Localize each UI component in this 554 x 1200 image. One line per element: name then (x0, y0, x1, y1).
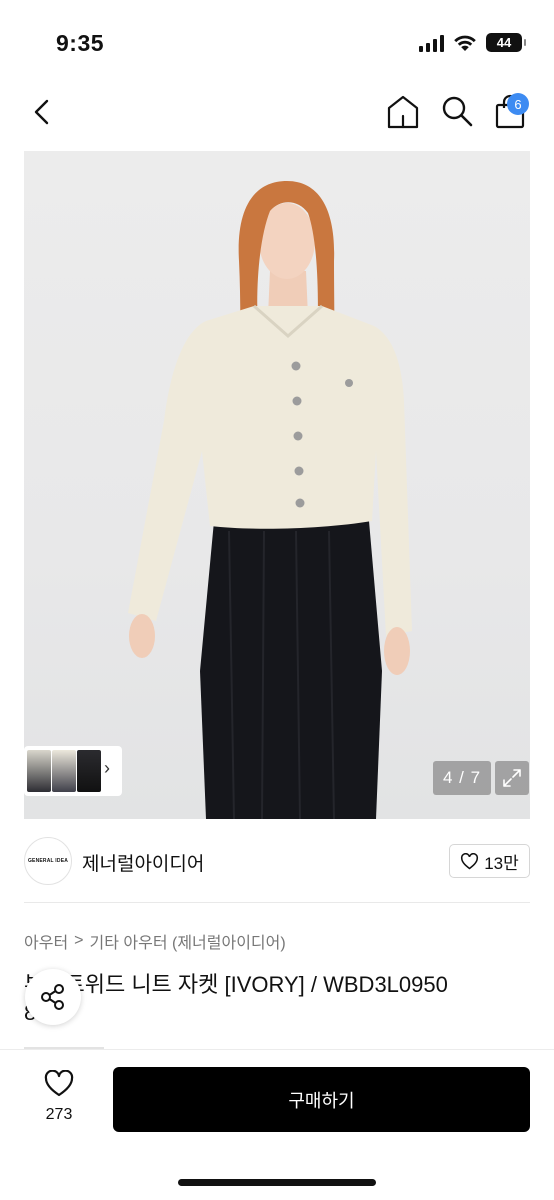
image-page-indicator: 4 / 7 (433, 761, 491, 795)
shop-name[interactable]: 제너럴아이디어 (82, 849, 204, 876)
status-bar: 9:35 44 (0, 0, 554, 84)
battery-level: 44 (496, 35, 512, 50)
nav-bar (0, 84, 554, 142)
favorite-count: 273 (45, 1106, 73, 1123)
heart-icon (461, 852, 479, 869)
thumbnail-2[interactable] (52, 750, 76, 792)
category-level2[interactable]: 기타 아우터 (제너럴아이디어) (90, 929, 286, 953)
share-icon (41, 984, 64, 1010)
search-icon[interactable] (440, 94, 474, 128)
expand-icon (503, 769, 521, 787)
cellular-signal-icon (419, 34, 444, 52)
heart-icon[interactable] (44, 1070, 74, 1098)
wifi-icon (454, 35, 476, 51)
battery-icon: 44 (486, 33, 526, 52)
status-time: 9:35 (56, 30, 105, 56)
cart-count-badge: 6 (507, 93, 529, 115)
chevron-right-icon[interactable]: › (104, 758, 110, 779)
breadcrumb-separator: > (74, 932, 84, 949)
section-divider (24, 902, 530, 903)
status-icons: 44 (419, 33, 526, 52)
product-image[interactable] (24, 151, 530, 819)
share-button[interactable] (25, 969, 81, 1025)
home-indicator[interactable] (178, 1179, 376, 1186)
shop-like-count: 13만 (484, 853, 519, 873)
category-level1[interactable]: 아우터 (24, 929, 68, 953)
category-breadcrumb: 아우터 > 기타 아우터 (제너럴아이디어) (24, 929, 286, 953)
model-photo (128, 181, 412, 819)
back-icon[interactable] (26, 96, 58, 128)
expand-image-button[interactable] (495, 761, 529, 795)
gallery-thumbnail-strip[interactable]: › (24, 746, 122, 796)
home-icon[interactable] (386, 94, 420, 130)
buy-button[interactable]: 구매하기 (113, 1067, 530, 1132)
thumbnail-1[interactable] (27, 750, 51, 792)
thumbnail-3[interactable] (77, 750, 101, 792)
product-title: 부클트위드 니트 자켓 [IVORY] / WBD3L0950 (24, 972, 448, 997)
shop-logo[interactable]: GENERAL IDEA (24, 837, 72, 885)
shop-like-button[interactable]: 13만 (449, 844, 530, 878)
